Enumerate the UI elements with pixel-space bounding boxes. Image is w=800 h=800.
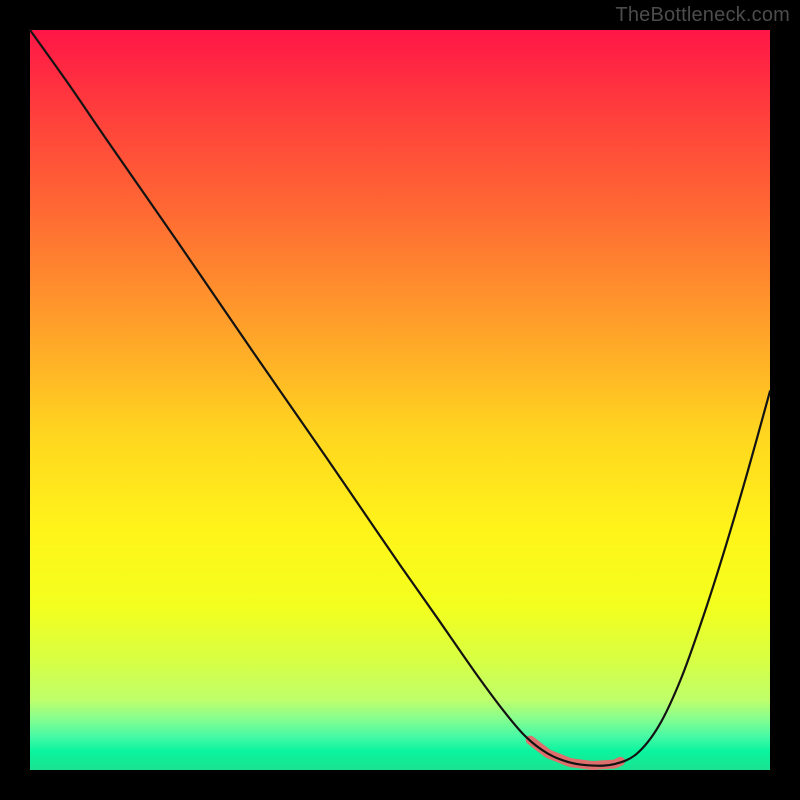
chart-container: TheBottleneck.com <box>0 0 800 800</box>
watermark-text: TheBottleneck.com <box>615 4 790 27</box>
bottleneck-chart <box>0 0 800 800</box>
chart-background-gradient <box>30 30 770 770</box>
